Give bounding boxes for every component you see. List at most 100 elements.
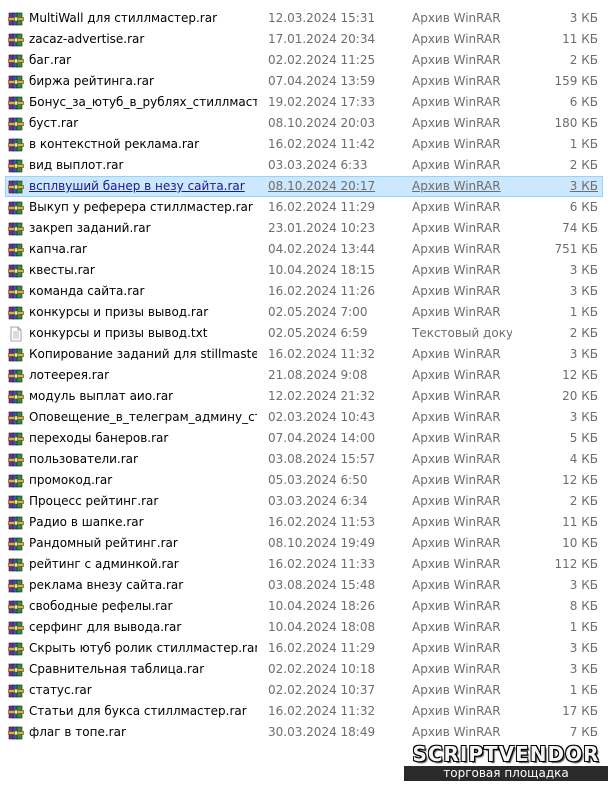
file-row[interactable]: статус.rar 02.02.2024 10:37 Архив WinRAR 1 … xyxy=(0,680,614,701)
file-name: Радио в шапке.rar xyxy=(29,515,144,529)
winrar-archive-icon xyxy=(8,725,24,741)
file-row[interactable]: Рандомный рейтинг.rar 08.10.2024 19:49 Арх… xyxy=(0,533,614,554)
file-type: Архив WinRAR xyxy=(412,431,501,445)
file-row[interactable]: закреп заданий.rar 23.01.2024 10:23 Архив … xyxy=(0,218,614,239)
file-type: Архив WinRAR xyxy=(412,242,501,256)
file-name: статус.rar xyxy=(29,683,92,697)
winrar-archive-icon xyxy=(8,221,24,237)
file-name: Оповещение_в_телеграм_админу_стил... xyxy=(29,410,257,424)
file-row[interactable]: Процесс рейтинг.rar 03.03.2024 6:34 Архив … xyxy=(0,491,614,512)
file-date-modified: 21.08.2024 9:08 xyxy=(268,368,368,382)
winrar-archive-icon xyxy=(8,347,24,363)
file-size: 3 КБ xyxy=(569,11,598,25)
file-row[interactable]: Радио в шапке.rar 16.02.2024 11:53 Архив W… xyxy=(0,512,614,533)
file-row[interactable]: конкурсы и призы вывод.rar 02.05.2024 7:0… xyxy=(0,302,614,323)
winrar-archive-icon xyxy=(8,11,24,27)
file-type: Архив WinRAR xyxy=(412,284,501,298)
file-row[interactable]: промокод.rar 05.03.2024 6:50 Архив WinRAR 1… xyxy=(0,470,614,491)
file-size: 4 КБ xyxy=(569,452,598,466)
file-size: 1 КБ xyxy=(569,137,598,151)
file-row[interactable]: Скрыть ютуб ролик стиллмастер.rar 16.02.2… xyxy=(0,638,614,659)
file-type: Архив WinRAR xyxy=(412,389,501,403)
file-size: 6 КБ xyxy=(569,95,598,109)
file-size: 10 КБ xyxy=(562,536,598,550)
winrar-archive-icon xyxy=(8,74,24,90)
file-row[interactable]: zacaz-advertise.rar 17.01.2024 20:34 Архив… xyxy=(0,29,614,50)
winrar-archive-icon xyxy=(8,158,24,174)
file-row[interactable]: Копирование заданий для stillmaster.rar 1… xyxy=(0,344,614,365)
file-row[interactable]: в контекстной реклама.rar 16.02.2024 11:4… xyxy=(0,134,614,155)
file-name: пользователи.rar xyxy=(29,452,138,466)
winrar-archive-icon xyxy=(8,95,24,111)
file-row[interactable]: пользователи.rar 03.08.2024 15:57 Архив Wi… xyxy=(0,449,614,470)
file-type: Архив WinRAR xyxy=(412,11,501,25)
winrar-archive-icon xyxy=(8,179,24,195)
file-name: промокод.rar xyxy=(29,473,113,487)
file-size: 112 КБ xyxy=(554,557,598,571)
file-type: Архив WinRAR xyxy=(412,704,501,718)
file-type: Архив WinRAR xyxy=(412,53,501,67)
file-row[interactable]: модуль выплат aио.rar 12.02.2024 21:32 Арх… xyxy=(0,386,614,407)
file-size: 159 КБ xyxy=(554,74,598,88)
file-row[interactable]: переходы банеров.rar 07.04.2024 14:00 Архи… xyxy=(0,428,614,449)
file-date-modified: 03.08.2024 15:48 xyxy=(268,578,376,592)
file-row[interactable]: капча.rar 04.02.2024 13:44 Архив WinRAR 751… xyxy=(0,239,614,260)
file-row[interactable]: рейтинг с админкой.rar 16.02.2024 11:33 Ар… xyxy=(0,554,614,575)
file-size: 2 КБ xyxy=(569,494,598,508)
file-row[interactable]: свободные рефелы.rar 10.04.2024 18:26 Архи… xyxy=(0,596,614,617)
file-date-modified: 08.10.2024 19:49 xyxy=(268,536,376,550)
file-date-modified: 03.03.2024 6:33 xyxy=(268,158,368,172)
file-row[interactable]: вид выплот.rar 03.03.2024 6:33 Архив WinRA… xyxy=(0,155,614,176)
file-date-modified: 03.08.2024 15:57 xyxy=(268,452,376,466)
winrar-archive-icon xyxy=(8,557,24,573)
file-name: капча.rar xyxy=(29,242,87,256)
file-date-modified: 16.02.2024 11:42 xyxy=(268,137,376,151)
winrar-archive-icon xyxy=(8,641,24,657)
file-row[interactable]: Оповещение_в_телеграм_админу_стил... 02.0… xyxy=(0,407,614,428)
file-row[interactable]: Сравнительная таблица.rar 02.02.2024 10:1… xyxy=(0,659,614,680)
file-name: переходы банеров.rar xyxy=(29,431,169,445)
file-size: 1 КБ xyxy=(569,620,598,634)
winrar-archive-icon xyxy=(8,494,24,510)
file-name: вид выплот.rar xyxy=(29,158,124,172)
file-date-modified: 07.04.2024 14:00 xyxy=(268,431,376,445)
file-row[interactable]: буст.rar 08.10.2024 20:03 Архив WinRAR 180 … xyxy=(0,113,614,134)
file-name: Рандомный рейтинг.rar xyxy=(29,536,178,550)
file-size: 12 КБ xyxy=(562,368,598,382)
file-type: Архив WinRAR xyxy=(412,221,501,235)
file-date-modified: 16.02.2024 11:32 xyxy=(268,347,376,361)
file-date-modified: 02.05.2024 7:00 xyxy=(268,305,368,319)
file-size: 3 КБ xyxy=(569,263,598,277)
winrar-archive-icon xyxy=(8,536,24,552)
file-row[interactable]: команда сайта.rar 16.02.2024 11:26 Архив W… xyxy=(0,281,614,302)
file-row[interactable]: баг.rar 02.02.2024 11:25 Архив WinRAR 2 КБ xyxy=(0,50,614,71)
file-size: 3 КБ xyxy=(569,284,598,298)
file-row[interactable]: конкурсы и призы вывод.txt 02.05.2024 6:5… xyxy=(0,323,614,344)
file-row[interactable]: реклама внезу сайта.rar 03.08.2024 15:48 А… xyxy=(0,575,614,596)
file-row[interactable]: квесты.rar 10.04.2024 18:15 Архив WinRAR 3 … xyxy=(0,260,614,281)
file-date-modified: 08.10.2024 20:17 xyxy=(268,179,376,193)
file-date-modified: 07.04.2024 13:59 xyxy=(268,74,376,88)
file-name: реклама внезу сайта.rar xyxy=(29,578,184,592)
file-type: Архив WinRAR xyxy=(412,452,501,466)
file-type: Архив WinRAR xyxy=(412,536,501,550)
winrar-archive-icon xyxy=(8,620,24,636)
file-type: Архив WinRAR xyxy=(412,725,501,739)
file-row[interactable]: MultiWall для стиллмастер.rar 12.03.2024 … xyxy=(0,8,614,29)
file-row[interactable]: лотеерея.rar 21.08.2024 9:08 Архив WinRAR 1… xyxy=(0,365,614,386)
file-type: Архив WinRAR xyxy=(412,662,501,676)
file-row[interactable]: Бонус_за_ютуб_в_рублях_стиллмастер.... 19… xyxy=(0,92,614,113)
file-row[interactable]: биржа рейтинга.rar 07.04.2024 13:59 Архив … xyxy=(0,71,614,92)
winrar-archive-icon xyxy=(8,599,24,615)
file-row[interactable]: Выкуп у реферера стиллмастер.rar 16.02.20… xyxy=(0,197,614,218)
file-row[interactable]: флаг в топе.rar 30.03.2024 18:49 Архив Win… xyxy=(0,722,614,743)
watermark-brand: SCRIPTVENDOR xyxy=(412,742,600,766)
file-row[interactable]: всплвуший банер в незу сайта.rar 08.10.20… xyxy=(0,176,614,197)
file-row[interactable]: серфинг для вывода.rar 10.04.2024 18:08 Ар… xyxy=(0,617,614,638)
winrar-archive-icon xyxy=(8,578,24,594)
file-row[interactable]: Статьи для букса стиллмастер.rar 16.02.20… xyxy=(0,701,614,722)
winrar-archive-icon xyxy=(8,242,24,258)
winrar-archive-icon xyxy=(8,704,24,720)
file-name: конкурсы и призы вывод.txt xyxy=(29,326,208,340)
file-name: флаг в топе.rar xyxy=(29,725,126,739)
